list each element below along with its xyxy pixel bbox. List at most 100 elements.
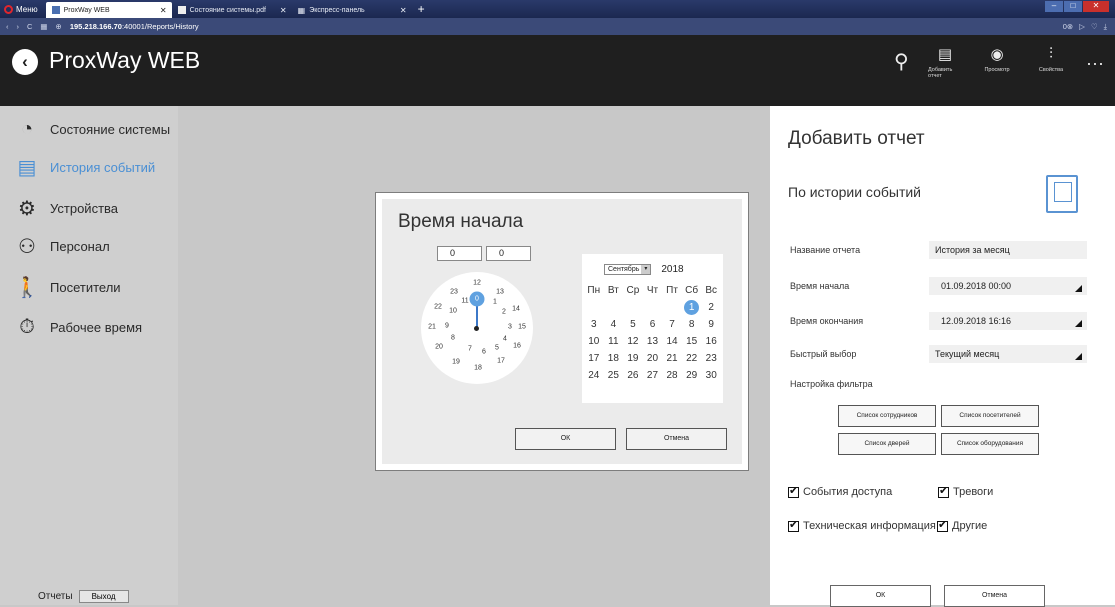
dialog-cancel-button[interactable]: Отмена	[626, 428, 727, 450]
back-button-icon[interactable]: ‹	[12, 49, 38, 75]
calendar-day[interactable]: 9	[701, 317, 721, 332]
heart-icon[interactable]: ♡	[1091, 22, 1098, 32]
minutes-input[interactable]: 0	[486, 246, 531, 261]
clock-hour[interactable]: 20	[435, 344, 443, 351]
clock-hour[interactable]: 13	[496, 289, 504, 296]
clock-hour[interactable]: 10	[449, 308, 457, 315]
add-report-button[interactable]: ▤ Добавить отчет	[928, 45, 962, 79]
close-tab-icon[interactable]: ✕	[280, 6, 287, 15]
calendar-day[interactable]: 21	[662, 351, 682, 366]
alarms-checkbox[interactable]: Тревоги	[938, 484, 993, 498]
close-tab-icon[interactable]: ✕	[400, 6, 407, 15]
minimize-icon[interactable]: –	[1045, 1, 1063, 12]
calendar-day[interactable]: 30	[701, 368, 721, 383]
calendar-day[interactable]: 15	[682, 334, 702, 349]
clock-hour[interactable]: 11	[461, 298, 468, 305]
tech-info-checkbox[interactable]: Техническая информация	[788, 518, 936, 532]
back-nav-icon[interactable]: ‹	[6, 22, 9, 31]
calendar-day[interactable]: 27	[643, 368, 663, 383]
clock-hour[interactable]: 23	[450, 289, 458, 296]
play-icon[interactable]: ▷	[1079, 22, 1085, 32]
hours-input[interactable]: 0	[437, 246, 482, 261]
browser-tab-pdf[interactable]: Состояние системы.pdf ✕	[172, 2, 292, 18]
new-tab-button[interactable]: +	[412, 2, 431, 16]
calendar-day[interactable]: 13	[643, 334, 663, 349]
panel-cancel-button[interactable]: Отмена	[944, 585, 1045, 607]
clock-hour[interactable]: 2	[502, 309, 506, 316]
clock-hour[interactable]: 6	[482, 349, 486, 356]
browser-menu-button[interactable]: Меню	[0, 0, 46, 18]
close-tab-icon[interactable]: ✕	[160, 6, 167, 15]
clock-hour[interactable]: 7	[468, 346, 472, 353]
clock-hour[interactable]: 17	[497, 358, 505, 365]
doors-list-button[interactable]: Список дверей	[838, 433, 936, 455]
calendar-day[interactable]: 22	[682, 351, 702, 366]
speed-dial-icon[interactable]: ▦	[40, 22, 47, 31]
quick-select-dropdown[interactable]: Текущий месяц	[929, 345, 1087, 363]
vpn-icon[interactable]: 0⊗	[1063, 22, 1073, 32]
other-checkbox[interactable]: Другие	[937, 518, 987, 532]
equipment-list-button[interactable]: Список оборудования	[941, 433, 1039, 455]
clock-hour[interactable]: 15	[518, 324, 526, 331]
calendar-day[interactable]: 29	[682, 368, 702, 383]
report-name-input[interactable]: История за месяц	[929, 241, 1087, 259]
calendar-day[interactable]: 4	[604, 317, 624, 332]
clock-hour[interactable]: 8	[451, 335, 455, 342]
clock-hour[interactable]: 12	[473, 280, 481, 287]
month-select[interactable]: Сентябрь ▾	[604, 264, 652, 275]
calendar-day[interactable]: 28	[662, 368, 682, 383]
calendar-day[interactable]: 14	[662, 334, 682, 349]
clock-hour[interactable]: 4	[503, 336, 507, 343]
hour-clock-face[interactable]: 0 1 2 3 4 5 6 7 8 9 10 11 12 13 14 15 16…	[421, 272, 533, 384]
more-icon[interactable]: ···	[1086, 53, 1104, 74]
calendar-day[interactable]: 16	[701, 334, 721, 349]
reload-icon[interactable]: C	[27, 22, 32, 31]
sidebar-item-worktime[interactable]: ⏱ Рабочее время	[14, 314, 142, 340]
calendar-day[interactable]: 7	[662, 317, 682, 332]
calendar-day[interactable]: 6	[643, 317, 663, 332]
employees-list-button[interactable]: Список сотрудников	[838, 405, 936, 427]
security-icon[interactable]: ⊕	[56, 22, 62, 31]
maximize-icon[interactable]: □	[1064, 1, 1082, 12]
panel-ok-button[interactable]: ОК	[830, 585, 931, 607]
clock-hour-selected[interactable]: 0	[469, 291, 485, 307]
clock-hour[interactable]: 19	[452, 359, 460, 366]
sidebar-item-devices[interactable]: ⚙ Устройства	[14, 195, 118, 221]
url-field[interactable]: 195.218.166.70:40001/Reports/History	[70, 22, 199, 31]
browser-tab-proxway[interactable]: ProxWay WEB ✕	[45, 2, 172, 18]
dialog-ok-button[interactable]: ОК	[515, 428, 616, 450]
download-icon[interactable]: ⤓	[1104, 22, 1107, 32]
calendar-day[interactable]: 19	[623, 351, 643, 366]
clock-hour[interactable]: 3	[508, 324, 512, 331]
calendar-day-selected[interactable]: 1	[684, 300, 700, 315]
calendar-day[interactable]: 26	[623, 368, 643, 383]
access-events-checkbox[interactable]: События доступа	[788, 484, 892, 498]
calendar-day[interactable]: 17	[584, 351, 604, 366]
calendar-day[interactable]: 12	[623, 334, 643, 349]
calendar-day[interactable]: 3	[584, 317, 604, 332]
calendar-day[interactable]: 11	[604, 334, 624, 349]
close-window-icon[interactable]: ✕	[1083, 1, 1109, 12]
calendar-day[interactable]: 24	[584, 368, 604, 383]
search-icon[interactable]: ⚲	[894, 49, 909, 74]
start-time-field[interactable]: 01.09.2018 00:00	[929, 277, 1087, 295]
sidebar-item-system-state[interactable]: ◔ Состояние системы	[14, 116, 170, 142]
calendar-day[interactable]: 18	[604, 351, 624, 366]
calendar-day[interactable]: 5	[623, 317, 643, 332]
clock-hour[interactable]: 18	[474, 365, 482, 372]
clock-hour[interactable]: 21	[428, 324, 436, 331]
browser-tab-speed-dial[interactable]: ▦ Экспресс-панель ✕	[292, 2, 412, 18]
clock-hour[interactable]: 16	[513, 343, 521, 350]
preview-button[interactable]: ◉ Просмотр	[980, 45, 1014, 73]
clock-hour[interactable]: 9	[445, 323, 449, 330]
calendar-day[interactable]: 8	[682, 317, 702, 332]
calendar-day[interactable]: 10	[584, 334, 604, 349]
sidebar-item-staff[interactable]: ⚇ Персонал	[14, 233, 110, 259]
sidebar-item-visitors[interactable]: 🚶 Посетители	[14, 274, 121, 300]
exit-button[interactable]: Выход	[78, 590, 129, 603]
clock-hour[interactable]: 14	[512, 306, 520, 313]
calendar-day[interactable]: 23	[701, 351, 721, 366]
forward-nav-icon[interactable]: ›	[17, 22, 20, 31]
visitors-list-button[interactable]: Список посетителей	[941, 405, 1039, 427]
properties-button[interactable]: ⫶ Свойства	[1034, 45, 1068, 73]
